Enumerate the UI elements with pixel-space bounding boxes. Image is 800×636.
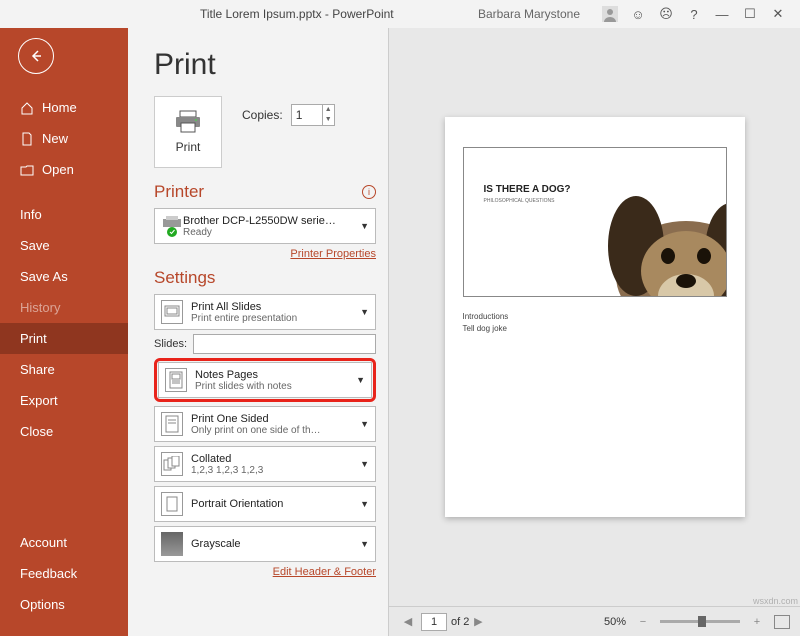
preview-slide: IS THERE A DOG? PHILOSOPHICAL QUESTIONS [463,147,727,297]
nav-label: Account [20,535,67,550]
one-sided-icon [161,412,183,436]
page-number-input[interactable]: 1 [421,613,447,631]
orientation-dropdown[interactable]: Portrait Orientation ▼ [154,486,376,522]
chevron-down-icon: ▼ [356,375,365,385]
nav-label: Save As [20,269,68,284]
nav-label: Home [42,100,77,115]
info-icon[interactable]: i [362,185,376,199]
settings-heading: Settings [154,268,215,288]
slides-label: Slides: [154,338,187,350]
nav-label: New [42,131,68,146]
portrait-icon [161,492,183,516]
slides-input[interactable] [193,334,376,354]
nav-feedback[interactable]: Feedback [0,558,128,589]
nav-label: Open [42,162,74,177]
backstage-sidebar: Home New Open Info Save Save As History … [0,28,128,636]
nav-label: Options [20,597,65,612]
copies-input[interactable]: 1 ▲▼ [291,104,335,126]
nav-label: Close [20,424,53,439]
titlebar: Title Lorem Ipsum.pptx - PowerPoint Barb… [0,0,800,28]
maximize-icon[interactable]: ☐ [736,0,764,28]
nav-label: Export [20,393,58,408]
chevron-down-icon: ▼ [360,539,369,549]
edit-header-footer-link[interactable]: Edit Header & Footer [154,566,376,578]
zoom-fit-button[interactable] [774,615,790,629]
page-title: Print [154,48,376,82]
print-button[interactable]: Print [154,96,222,168]
printer-name: Brother DCP-L2550DW serie… [183,215,356,227]
chevron-down-icon: ▼ [360,459,369,469]
close-icon[interactable]: ✕ [764,0,792,28]
slides-icon [161,300,183,324]
chevron-down-icon: ▼ [360,499,369,509]
slide-title: IS THERE A DOG? [484,184,571,195]
printer-heading: Printer [154,182,204,202]
nav-account[interactable]: Account [0,527,128,558]
next-page-button[interactable]: ▶ [469,615,487,628]
printer-properties-link[interactable]: Printer Properties [154,248,376,260]
nav-label: Info [20,207,42,222]
page-total: of 2 [451,616,469,628]
nav-open[interactable]: Open [0,154,128,185]
preview-page: IS THERE A DOG? PHILOSOPHICAL QUESTIONS [445,117,745,517]
printer-icon [174,110,202,134]
nav-saveas[interactable]: Save As [0,261,128,292]
nav-info[interactable]: Info [0,199,128,230]
frown-icon[interactable]: ☹ [652,0,680,28]
collate-dropdown[interactable]: Collated 1,2,3 1,2,3 1,2,3 ▼ [154,446,376,482]
avatar-icon[interactable] [596,0,624,28]
nav-export[interactable]: Export [0,385,128,416]
nav-new[interactable]: New [0,123,128,154]
nav-print[interactable]: Print [0,323,128,354]
nav-save[interactable]: Save [0,230,128,261]
preview-nav: ◀ 1 of 2 ▶ 50% − + [389,606,800,636]
printer-dropdown[interactable]: Brother DCP-L2550DW serie… Ready ▼ [154,208,376,244]
prev-page-button[interactable]: ◀ [399,615,417,628]
highlight-box: Notes Pages Print slides with notes ▼ [154,358,376,402]
nav-options[interactable]: Options [0,589,128,620]
slide-subtitle: PHILOSOPHICAL QUESTIONS [484,198,555,204]
print-range-dropdown[interactable]: Print All Slides Print entire presentati… [154,294,376,330]
help-icon[interactable]: ? [680,0,708,28]
nav-label: History [20,300,60,315]
zoom-value: 50% [604,616,626,628]
chevron-down-icon: ▼ [360,221,369,231]
color-dropdown[interactable]: Grayscale ▼ [154,526,376,562]
nav-label: Save [20,238,50,253]
chevron-down-icon: ▼ [360,419,369,429]
smile-icon[interactable]: ☺ [624,0,652,28]
watermark: wsxdn.com [753,596,798,606]
nav-share[interactable]: Share [0,354,128,385]
spin-up[interactable]: ▲ [322,105,334,115]
nav-label: Feedback [20,566,77,581]
user-name: Barbara Marystone [478,7,580,21]
spin-down[interactable]: ▼ [322,115,334,125]
dog-image [576,176,727,297]
zoom-slider[interactable] [660,620,740,623]
chevron-down-icon: ▼ [360,307,369,317]
printer-status: Ready [183,227,356,238]
print-button-label: Print [176,140,201,154]
minimize-icon[interactable]: — [708,0,736,28]
zoom-out-button[interactable]: − [634,616,652,628]
nav-history[interactable]: History [0,292,128,323]
doc-title: Title Lorem Ipsum.pptx - PowerPoint [200,7,394,21]
printer-status-icon [161,215,183,237]
print-preview: IS THERE A DOG? PHILOSOPHICAL QUESTIONS [388,28,800,636]
copies-label: Copies: [242,108,283,122]
layout-dropdown[interactable]: Notes Pages Print slides with notes ▼ [158,362,372,398]
notes-pages-icon [165,368,187,392]
nav-label: Share [20,362,55,377]
preview-notes: Introductions Tell dog joke [463,311,727,335]
nav-close[interactable]: Close [0,416,128,447]
sides-dropdown[interactable]: Print One Sided Only print on one side o… [154,406,376,442]
grayscale-icon [161,532,183,556]
zoom-in-button[interactable]: + [748,616,766,628]
nav-home[interactable]: Home [0,92,128,123]
collated-icon [161,452,183,476]
back-button[interactable] [18,38,54,74]
nav-label: Print [20,331,47,346]
